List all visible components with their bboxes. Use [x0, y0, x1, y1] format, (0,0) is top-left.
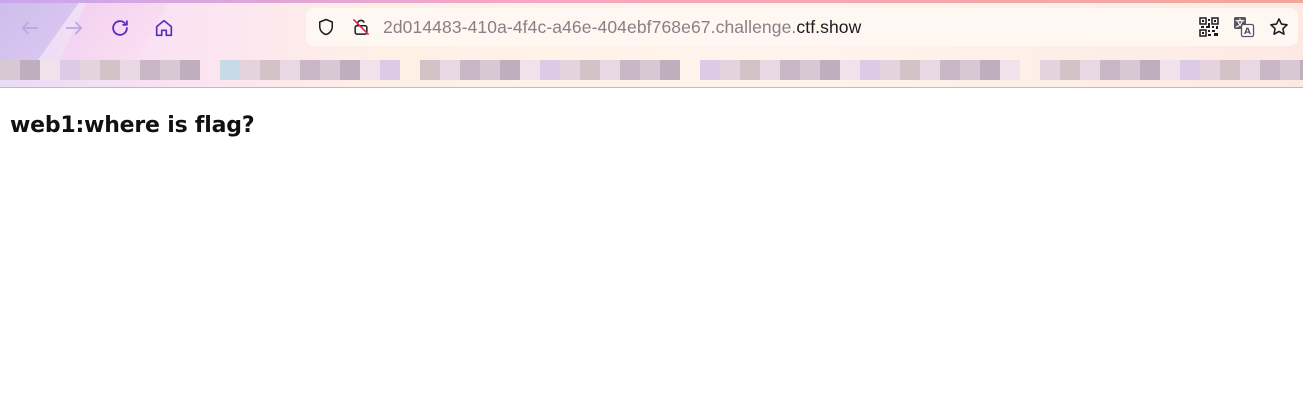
bookmark-item[interactable] [300, 60, 320, 80]
bookmark-item[interactable] [960, 60, 980, 80]
bookmark-item[interactable] [1240, 60, 1260, 80]
bookmark-item[interactable] [220, 60, 240, 80]
qr-code-icon [1199, 17, 1219, 37]
bookmark-item[interactable] [1140, 60, 1160, 80]
page-heading: web1:where is flag? [10, 113, 255, 138]
reload-icon [112, 20, 128, 36]
bookmark-item[interactable] [1180, 60, 1200, 80]
bookmark-item[interactable] [80, 60, 100, 80]
star-icon [1270, 18, 1288, 35]
bookmark-item[interactable] [320, 60, 340, 80]
bookmark-item[interactable] [640, 60, 660, 80]
bookmark-item[interactable] [980, 60, 1000, 80]
bookmark-item[interactable] [840, 60, 860, 80]
bookmark-item[interactable] [20, 60, 40, 80]
bookmark-star-button[interactable] [1268, 16, 1290, 38]
bookmark-item[interactable] [1040, 60, 1060, 80]
reload-button[interactable] [104, 12, 136, 44]
bookmark-item[interactable] [460, 60, 480, 80]
bookmark-item[interactable] [920, 60, 940, 80]
bookmark-item[interactable] [760, 60, 780, 80]
browser-chrome: 2d014483-410a-4f4c-a46e-404ebf768e67.cha… [0, 0, 1303, 88]
home-icon [155, 19, 173, 37]
back-button[interactable] [14, 12, 46, 44]
bookmark-item[interactable] [520, 60, 540, 80]
bookmark-item[interactable] [860, 60, 880, 80]
bookmark-item[interactable] [1060, 60, 1080, 80]
bookmark-item[interactable] [1200, 60, 1220, 80]
bookmark-item[interactable] [160, 60, 180, 80]
translate-button[interactable]: 文 A [1233, 16, 1255, 38]
tracking-protection-button[interactable] [315, 16, 337, 38]
url-path: 2d014483-410a-4f4c-a46e-404ebf768e67.cha… [383, 17, 797, 37]
bookmark-item[interactable] [100, 60, 120, 80]
bookmark-item[interactable] [580, 60, 600, 80]
bookmark-item[interactable] [800, 60, 820, 80]
svg-text:A: A [1244, 27, 1251, 37]
arrow-right-icon [65, 21, 83, 35]
navigation-toolbar: 2d014483-410a-4f4c-a46e-404ebf768e67.cha… [0, 0, 1303, 56]
bookmark-item[interactable] [660, 60, 680, 80]
bookmark-item[interactable] [600, 60, 620, 80]
bookmark-item[interactable] [60, 60, 80, 80]
bookmark-item[interactable] [500, 60, 520, 80]
bookmarks-toolbar [0, 60, 1303, 80]
bookmark-item[interactable] [480, 60, 500, 80]
bookmark-item[interactable] [720, 60, 740, 80]
bookmark-item[interactable] [1260, 60, 1280, 80]
bookmark-item[interactable] [900, 60, 920, 80]
bookmark-item[interactable] [620, 60, 640, 80]
arrow-left-icon [21, 21, 39, 35]
bookmark-item[interactable] [1080, 60, 1100, 80]
bookmark-item[interactable] [940, 60, 960, 80]
url-text[interactable]: 2d014483-410a-4f4c-a46e-404ebf768e67.cha… [383, 17, 861, 38]
bookmark-item[interactable] [820, 60, 840, 80]
bookmark-item[interactable] [360, 60, 380, 80]
bookmark-item[interactable] [740, 60, 760, 80]
bookmark-item[interactable] [880, 60, 900, 80]
bookmark-item[interactable] [120, 60, 140, 80]
bookmark-item[interactable] [140, 60, 160, 80]
bookmark-item[interactable] [560, 60, 580, 80]
shield-icon [319, 18, 333, 36]
site-security-button[interactable] [350, 16, 372, 38]
bookmark-item[interactable] [1220, 60, 1240, 80]
bookmark-item[interactable] [0, 60, 20, 80]
bookmark-item[interactable] [1120, 60, 1140, 80]
bookmark-item[interactable] [180, 60, 200, 80]
bookmark-item[interactable] [340, 60, 360, 80]
home-button[interactable] [148, 12, 180, 44]
bookmark-item[interactable] [280, 60, 300, 80]
bookmark-item[interactable] [700, 60, 720, 80]
insecure-lock-icon [353, 19, 369, 35]
bookmark-item[interactable] [420, 60, 440, 80]
bookmark-item[interactable] [1100, 60, 1120, 80]
url-domain: ctf.show [796, 17, 862, 37]
address-bar[interactable]: 2d014483-410a-4f4c-a46e-404ebf768e67.cha… [306, 8, 1298, 46]
bookmark-item[interactable] [260, 60, 280, 80]
bookmark-item[interactable] [780, 60, 800, 80]
translate-icon: 文 A [1234, 17, 1255, 38]
bookmark-item[interactable] [1280, 60, 1300, 80]
forward-button[interactable] [58, 12, 90, 44]
bookmark-item[interactable] [440, 60, 460, 80]
bookmark-item[interactable] [540, 60, 560, 80]
bookmark-item[interactable] [240, 60, 260, 80]
bookmark-item[interactable] [40, 60, 60, 80]
bookmark-item[interactable] [380, 60, 400, 80]
bookmark-item[interactable] [1000, 60, 1020, 80]
page-content: web1:where is flag? [0, 89, 1303, 419]
bookmark-item[interactable] [1160, 60, 1180, 80]
qr-code-button[interactable] [1198, 16, 1220, 38]
